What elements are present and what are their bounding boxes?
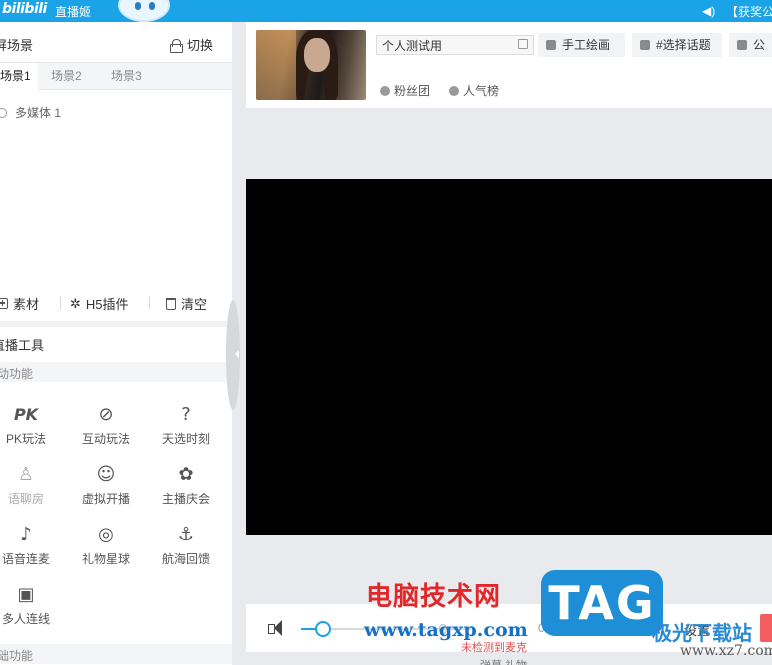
anchor-celebration-button[interactable]: ✿ 主播庆会 <box>151 463 221 507</box>
clear-button[interactable]: 清空 <box>166 294 207 313</box>
fan-club-icon <box>380 85 390 96</box>
microphone-icon: ♪ <box>20 524 32 545</box>
room-cover-image[interactable] <box>256 30 366 100</box>
notice-label: 公 <box>753 38 766 52</box>
tab-scene-1[interactable]: 场景1 <box>0 63 38 90</box>
category-chip[interactable]: 手工绘画 <box>538 33 625 57</box>
multi-link-icon: ▣ <box>17 584 35 605</box>
virtual-live-button[interactable]: ☺ 虚拟开播 <box>71 463 141 507</box>
h5-plugin-button[interactable]: ✲ H5插件 <box>70 294 129 313</box>
voice-room-icon: ♙ <box>17 464 35 485</box>
room-title-value: 个人测试用 <box>382 39 443 53</box>
speaker-icon[interactable] <box>268 619 288 637</box>
switch-scene-button[interactable]: 切换 <box>170 35 213 54</box>
watermark-tag-logo: TAG <box>541 570 663 636</box>
voice-room-label: 语聊房 <box>7 492 44 506</box>
room-title-input[interactable]: 个人测试用 <box>376 35 534 55</box>
pk-play-label: PK玩法 <box>5 432 46 446</box>
watermark-domain-text: www.xz7.com <box>680 643 772 659</box>
lucky-draw-label: 天选时刻 <box>161 432 210 446</box>
material-label: 素材 <box>13 297 40 312</box>
title-bar: bilibili 直播姬 ◀) 【获奖公 <box>0 0 772 22</box>
voyage-reward-button[interactable]: ⚓ 航海回馈 <box>151 523 221 567</box>
edit-icon[interactable] <box>518 39 528 49</box>
bilibili-logo: bilibili <box>2 1 47 17</box>
lucky-draw-icon: ? <box>181 404 191 425</box>
virtual-live-icon: ☺ <box>96 464 116 485</box>
watermark-cn-text: 电脑技术网 <box>366 582 502 612</box>
switch-label: 切换 <box>187 38 214 53</box>
app-title: 直播姬 <box>55 5 92 19</box>
interactive-play-icon: ⊘ <box>98 404 114 425</box>
planet-icon: ◎ <box>98 524 114 545</box>
watermark-site-text: 极光下载站 <box>652 621 752 645</box>
section-divider <box>0 321 232 327</box>
puzzle-icon: ✲ <box>70 295 81 311</box>
announcement-speaker-icon[interactable]: ◀) <box>702 4 715 18</box>
lucky-draw-button[interactable]: ? 天选时刻 <box>151 403 221 447</box>
scene-title: 屏场景 <box>0 38 34 53</box>
add-material-button[interactable]: 素材 <box>0 294 39 313</box>
virtual-live-label: 虚拟开播 <box>81 492 130 506</box>
volume-slider-knob[interactable] <box>315 621 331 637</box>
mascot-avatar-icon[interactable] <box>118 0 170 22</box>
voice-link-label: 语音连麦 <box>1 552 50 566</box>
left-panel: 屏场景 切换 场景1 场景2 场景3 多媒体 1 素材 ✲ H5插件 清空 直播… <box>0 22 232 665</box>
h5-label: H5插件 <box>85 297 129 312</box>
topic-icon <box>640 40 650 50</box>
scene-tabs: 场景1 场景2 场景3 <box>0 62 232 90</box>
flame-icon <box>449 85 459 96</box>
pk-play-button[interactable]: PK PK玩法 <box>0 403 61 447</box>
tab-scene-2[interactable]: 场景2 <box>51 63 82 90</box>
category-icon <box>546 40 556 50</box>
add-square-icon <box>0 298 8 309</box>
tab-scene-3[interactable]: 场景3 <box>111 63 142 90</box>
fan-club-button[interactable]: 粉丝团 <box>380 82 430 99</box>
source-tools-row: 素材 ✲ H5插件 清空 <box>0 289 232 315</box>
multi-link-button[interactable]: ▣ 多人连线 <box>0 583 61 627</box>
divider <box>60 296 61 310</box>
source-item-media[interactable]: 多媒体 1 <box>0 104 61 121</box>
basic-section-label: 础功能 <box>0 649 34 663</box>
media-source-icon <box>0 107 7 118</box>
announcement-text[interactable]: 【获奖公 <box>726 3 772 20</box>
voice-link-button[interactable]: ♪ 语音连麦 <box>0 523 61 567</box>
interactive-section-label: 动功能 <box>0 367 34 381</box>
source-item-label: 多媒体 1 <box>15 106 62 120</box>
divider <box>149 296 150 310</box>
collapse-panel-handle[interactable] <box>226 300 244 410</box>
trash-icon <box>166 297 176 310</box>
notice-icon <box>737 40 747 50</box>
popularity-rank-label: 人气榜 <box>463 84 500 98</box>
popularity-rank-button[interactable]: 人气榜 <box>449 82 499 99</box>
voice-room-button[interactable]: ♙ 语聊房 <box>0 463 61 507</box>
start-live-button[interactable] <box>760 614 772 642</box>
live-tools-title: 直播工具 <box>0 338 45 353</box>
anchor-celebration-label: 主播庆会 <box>161 492 210 506</box>
topic-chip[interactable]: #选择话题 <box>632 33 722 57</box>
topic-label: #选择话题 <box>656 38 711 52</box>
basic-section-header: 础功能 <box>0 644 232 664</box>
bottom-tabs-text: 弹幕 礼物 <box>480 657 527 665</box>
lock-icon <box>170 38 183 53</box>
anchor-icon: ⚓ <box>177 524 195 545</box>
interactive-section-header: 动功能 <box>0 362 232 382</box>
scene-header: 屏场景 切换 <box>0 22 232 62</box>
interactive-play-label: 互动玩法 <box>81 432 130 446</box>
fan-club-label: 粉丝团 <box>394 84 431 98</box>
gift-planet-button[interactable]: ◎ 礼物星球 <box>71 523 141 567</box>
watermark-url-text: www.tagxp.com <box>364 619 528 641</box>
category-label: 手工绘画 <box>562 38 611 52</box>
room-info-panel: 个人测试用 手工绘画 #选择话题 公 粉丝团 人气榜 <box>246 22 772 108</box>
voyage-reward-label: 航海回馈 <box>161 552 210 566</box>
pk-icon: PK <box>13 405 39 424</box>
clear-label: 清空 <box>181 297 208 312</box>
interactive-play-button[interactable]: ⊘ 互动玩法 <box>71 403 141 447</box>
notice-chip[interactable]: 公 <box>729 33 772 57</box>
live-preview-area[interactable] <box>246 179 772 535</box>
multi-link-label: 多人连线 <box>1 612 50 626</box>
celebration-icon: ✿ <box>178 464 194 485</box>
gift-planet-label: 礼物星球 <box>81 552 130 566</box>
mic-warning-text: 未检测到麦克 <box>461 642 527 654</box>
